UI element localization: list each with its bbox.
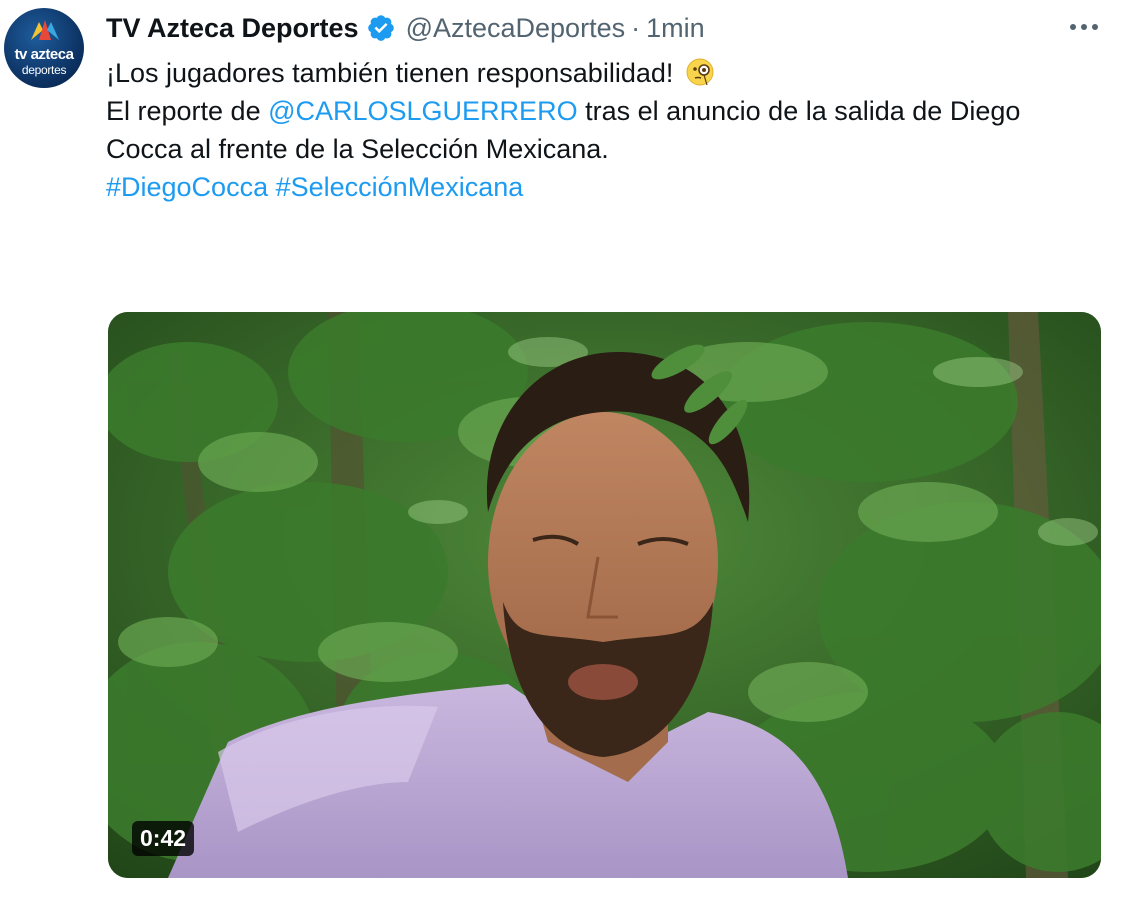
hashtag-link-seleccionmexicana[interactable]: #SelecciónMexicana xyxy=(276,172,524,202)
separator-dot: · xyxy=(631,12,641,43)
mention-link[interactable]: @CARLOSLGUERRERO xyxy=(268,96,577,126)
video-player[interactable]: 0:42 xyxy=(108,312,1101,878)
avatar-logo-line1: tv azteca xyxy=(14,46,74,63)
video-duration-badge: 0:42 xyxy=(132,821,195,856)
tweet-header: TV Azteca Deportes @AztecaDeportes · 1mi… xyxy=(106,10,705,46)
more-options-button[interactable] xyxy=(1067,12,1101,42)
video-thumbnail xyxy=(108,312,1101,878)
tweet-line-2-prefix: El reporte de xyxy=(106,96,269,126)
more-options-icon xyxy=(1070,24,1098,30)
verified-badge-icon xyxy=(367,15,394,41)
display-name[interactable]: TV Azteca Deportes xyxy=(106,13,359,44)
tv-azteca-logo-icon xyxy=(31,20,59,40)
tweet-line-2-suffix: tras el anuncio de la salida de Diego xyxy=(577,96,1021,126)
avatar[interactable]: tv azteca deportes xyxy=(4,8,84,88)
timestamp[interactable]: 1min xyxy=(646,13,705,44)
tweet-text: ¡Los jugadores también tienen responsabi… xyxy=(106,54,1106,206)
user-handle[interactable]: @AztecaDeportes xyxy=(406,13,626,44)
tweet-line-2: El reporte de @CARLOSLGUERRERO tras el a… xyxy=(106,92,1106,130)
tweet-line-3: Cocca al frente de la Selección Mexicana… xyxy=(106,134,609,164)
tweet-line-1-text: ¡Los jugadores también tienen responsabi… xyxy=(106,58,674,88)
hashtags-line: #DiegoCocca #SelecciónMexicana xyxy=(106,168,1106,206)
tweet: tv azteca deportes TV Azteca Deportes @A… xyxy=(0,0,1131,900)
tweet-line-1: ¡Los jugadores también tienen responsabi… xyxy=(106,54,1106,92)
avatar-logo-line2: deportes xyxy=(21,63,67,77)
hashtag-link-diegococca[interactable]: #DiegoCocca xyxy=(106,172,268,202)
face-with-monocle-icon xyxy=(686,58,714,86)
